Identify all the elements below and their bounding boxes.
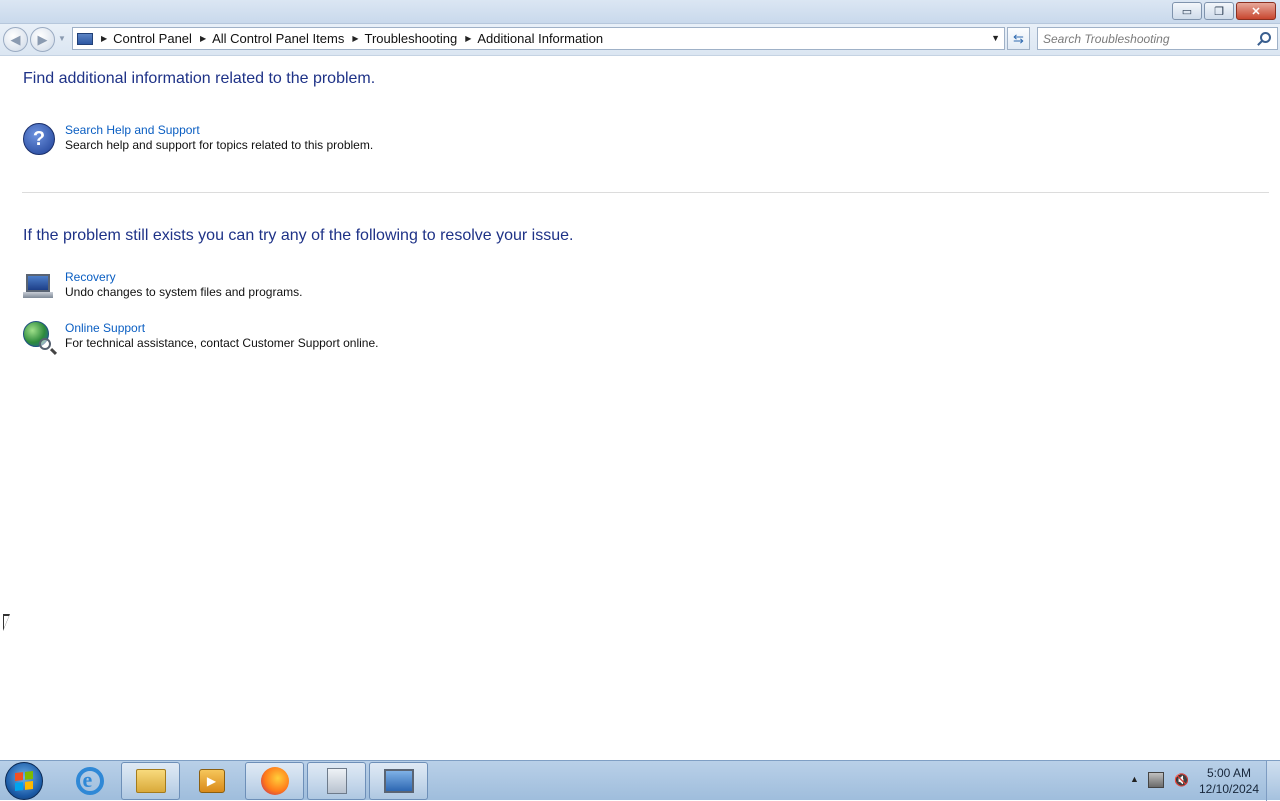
back-button[interactable]: ◀: [3, 27, 28, 52]
network-icon[interactable]: [1148, 772, 1164, 788]
show-hidden-icons-icon[interactable]: ▲: [1130, 774, 1139, 784]
task-search-help[interactable]: ? Search Help and Support Search help an…: [23, 123, 373, 155]
chevron-right-icon[interactable]: ▶: [465, 34, 471, 43]
recent-pages-dropdown-icon[interactable]: ▼: [58, 34, 66, 43]
refresh-button[interactable]: ⇆: [1007, 27, 1030, 50]
folder-icon: [135, 769, 166, 793]
online-support-link[interactable]: Online Support: [65, 321, 379, 336]
close-button[interactable]: ✕: [1236, 2, 1276, 20]
recovery-icon: [23, 270, 55, 302]
task-text: Search Help and Support Search help and …: [65, 123, 373, 155]
section-heading-resolve: If the problem still exists you can try …: [23, 227, 574, 244]
clock[interactable]: 5:00 AM 12/10/2024: [1198, 765, 1260, 797]
search-box[interactable]: [1037, 27, 1278, 50]
restore-button[interactable]: ❐: [1204, 2, 1234, 20]
chevron-right-icon[interactable]: ▶: [200, 34, 206, 43]
taskbar-file-explorer[interactable]: [121, 762, 180, 800]
clock-date: 12/10/2024: [1198, 782, 1260, 796]
taskbar-internet-explorer[interactable]: [60, 762, 119, 800]
task-online-support[interactable]: Online Support For technical assistance,…: [23, 321, 379, 353]
help-icon: ?: [23, 123, 55, 155]
chevron-right-icon[interactable]: ▶: [352, 34, 358, 43]
recovery-description: Undo changes to system files and program…: [65, 285, 303, 299]
start-button[interactable]: [5, 762, 43, 800]
breadcrumb-control-panel[interactable]: Control Panel: [113, 31, 192, 46]
address-bar[interactable]: ▶ Control Panel ▶ All Control Panel Item…: [72, 27, 1005, 50]
control-panel-icon: [383, 769, 414, 793]
taskbar-calculator[interactable]: [307, 762, 366, 800]
minimize-button[interactable]: ▭: [1172, 2, 1202, 20]
window-controls: ▭ ❐ ✕: [1172, 2, 1276, 20]
chevron-right-icon[interactable]: ▶: [101, 34, 107, 43]
recovery-link[interactable]: Recovery: [65, 270, 302, 285]
search-input[interactable]: [1038, 28, 1248, 49]
taskbar-media-player[interactable]: ▶: [182, 762, 241, 800]
media-player-icon: ▶: [198, 769, 225, 793]
section-heading-additional-info: Find additional information related to t…: [23, 70, 376, 87]
search-help-link[interactable]: Search Help and Support: [65, 123, 373, 138]
control-panel-icon: [77, 32, 93, 45]
volume-muted-icon[interactable]: 🔇: [1174, 773, 1189, 787]
navigation-bar: ◀ ▶ ▼ ▶ Control Panel ▶ All Control Pane…: [0, 24, 1280, 56]
window-titlebar: ▭ ❐ ✕: [0, 0, 1280, 24]
task-text: Recovery Undo changes to system files an…: [65, 270, 302, 302]
search-icon[interactable]: [1260, 32, 1271, 43]
forward-button[interactable]: ▶: [30, 27, 55, 52]
address-dropdown-icon[interactable]: ▼: [991, 33, 1000, 43]
mouse-cursor-icon: [3, 614, 10, 631]
taskbar: ▶ ▲ 🔇 5:00 AM 12/10/2024: [0, 760, 1280, 801]
section-divider: [22, 192, 1269, 193]
taskbar-firefox[interactable]: [245, 762, 304, 800]
main-content: Find additional information related to t…: [0, 57, 1280, 760]
calculator-icon: [326, 768, 347, 794]
breadcrumb-troubleshooting[interactable]: Troubleshooting: [364, 31, 457, 46]
windows-logo-icon: [15, 771, 33, 791]
clock-time: 5:00 AM: [1206, 766, 1252, 780]
taskbar-control-panel[interactable]: [369, 762, 428, 800]
internet-explorer-icon: [75, 767, 104, 795]
globe-search-icon: [23, 321, 55, 353]
task-text: Online Support For technical assistance,…: [65, 321, 379, 353]
show-desktop-button[interactable]: [1266, 761, 1280, 801]
online-support-description: For technical assistance, contact Custom…: [65, 336, 379, 350]
breadcrumb-all-items[interactable]: All Control Panel Items: [212, 31, 344, 46]
task-recovery[interactable]: Recovery Undo changes to system files an…: [23, 270, 302, 302]
breadcrumb-additional-information[interactable]: Additional Information: [477, 31, 603, 46]
search-help-description: Search help and support for topics relat…: [65, 138, 374, 152]
firefox-icon: [260, 767, 289, 795]
